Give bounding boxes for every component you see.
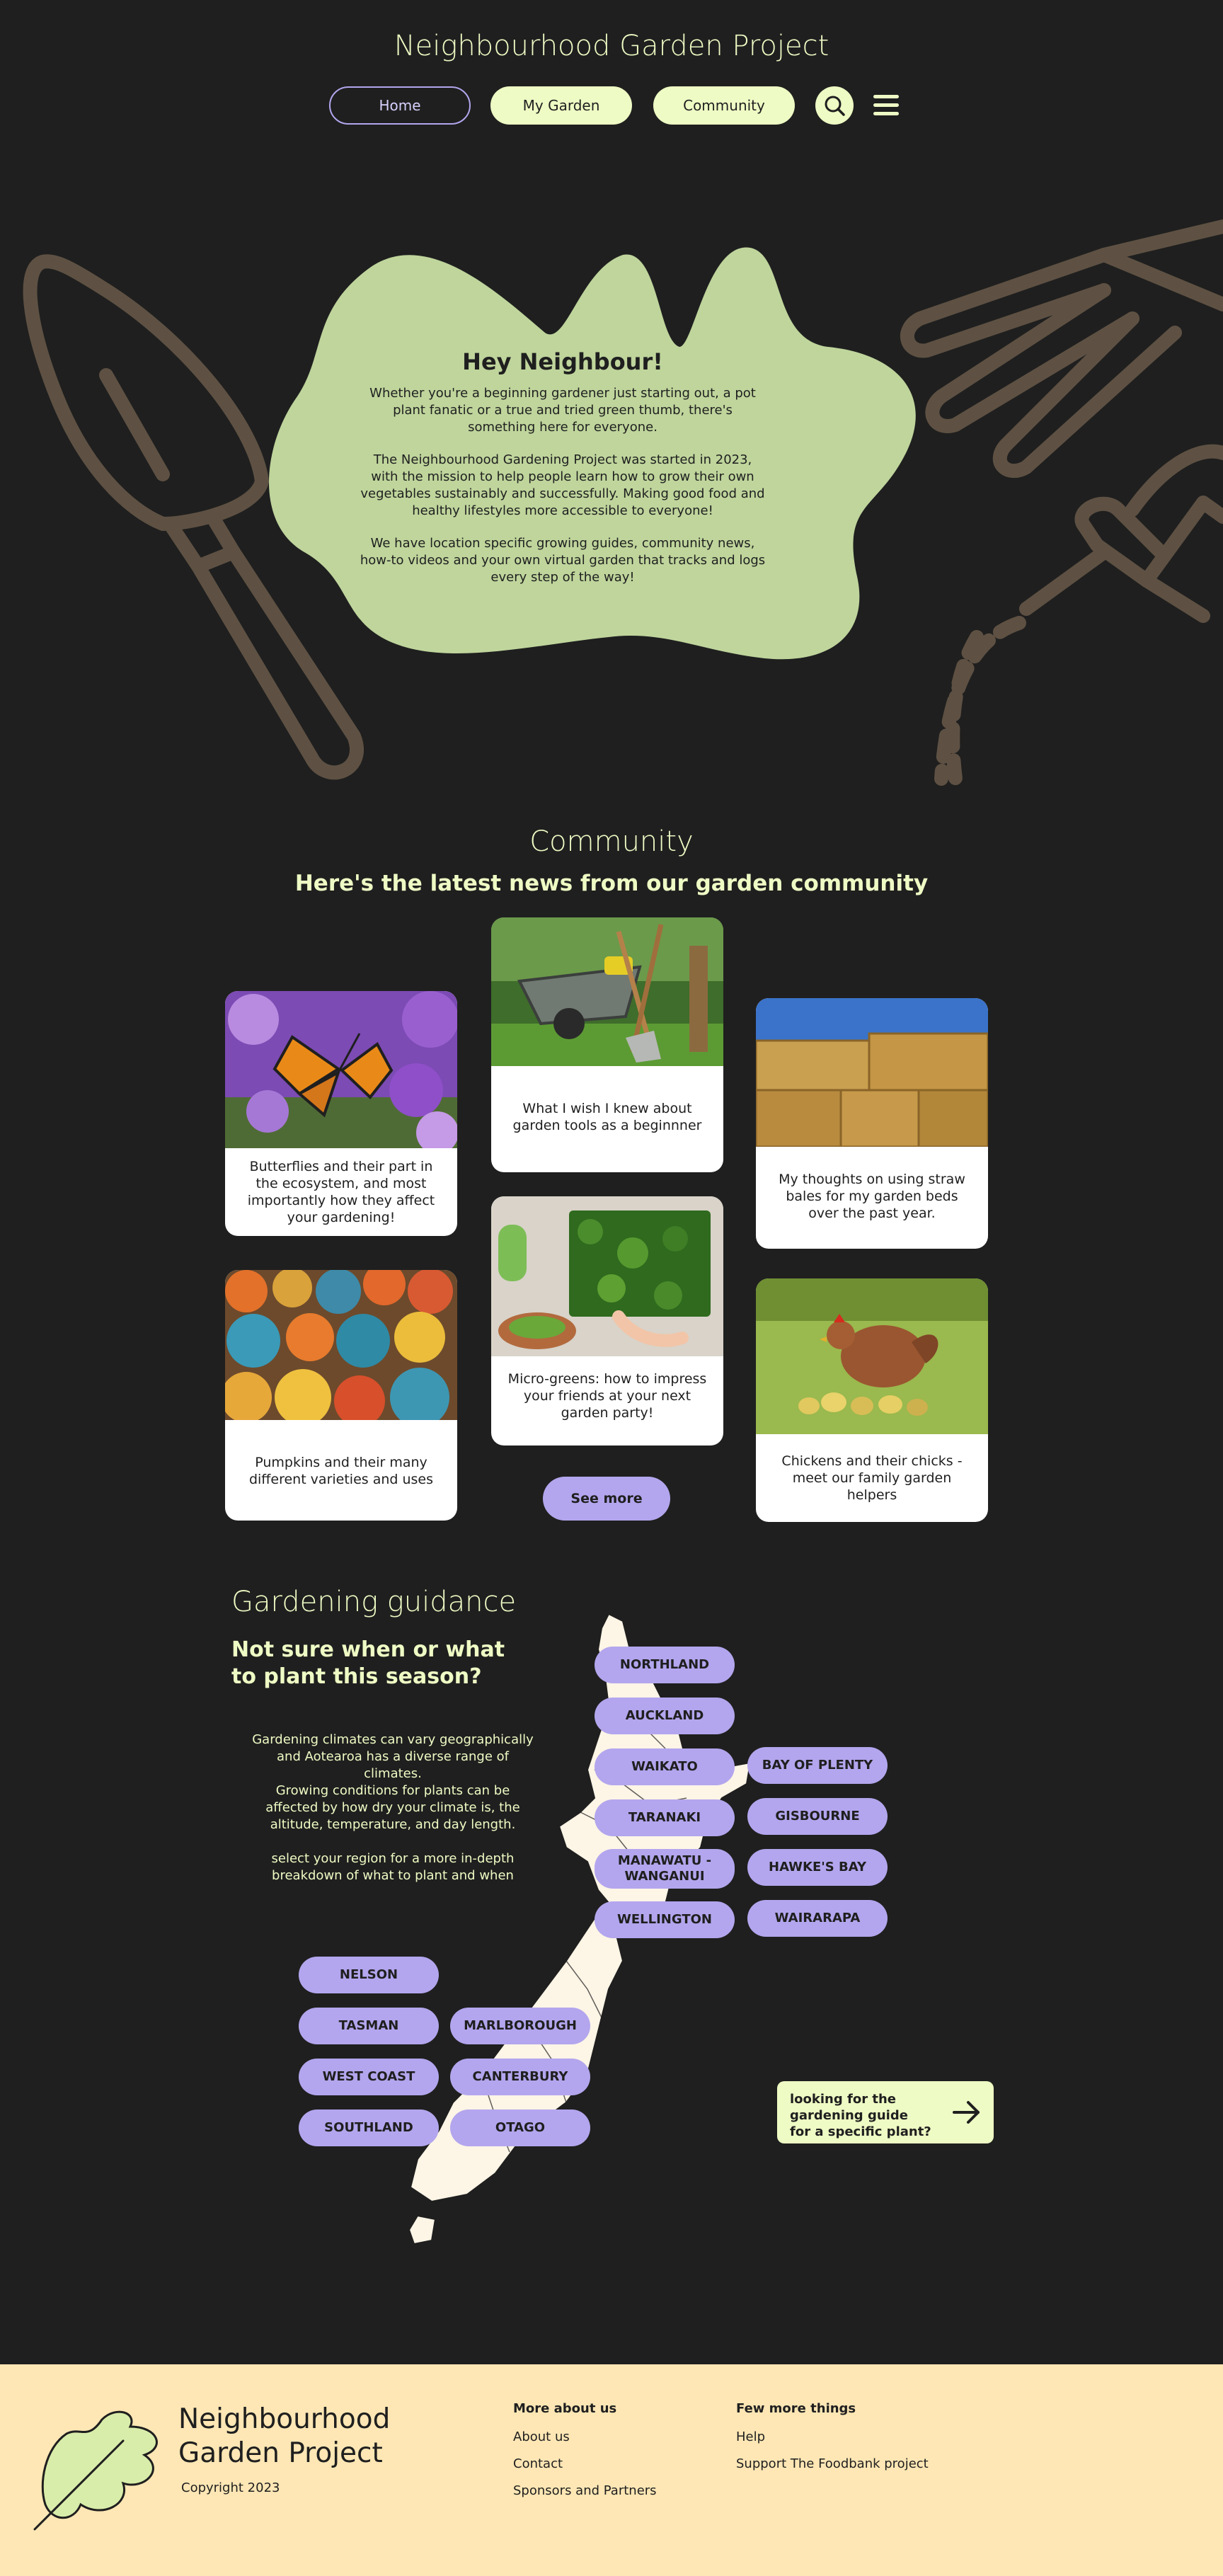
community-title: Community — [529, 825, 694, 858]
nav-home-button[interactable]: Home — [329, 86, 471, 125]
footer-brand-line-1: Neighbourhood — [178, 2403, 391, 2435]
butterfly-photo — [225, 991, 457, 1148]
hero-paragraph-2: The Neighbourhood Gardening Project was … — [360, 452, 765, 518]
footer-col1-heading: More about us — [513, 2401, 617, 2416]
region-wellington-button[interactable]: WELLINGTON — [595, 1901, 735, 1938]
footer-link-foodbank[interactable]: Support The Foodbank project — [736, 2456, 929, 2471]
wheelbarrow-photo — [491, 917, 723, 1066]
region-tasman-button[interactable]: TASMAN — [299, 2008, 439, 2044]
see-more-button[interactable]: See more — [543, 1477, 670, 1521]
footer-link-help[interactable]: Help — [736, 2429, 765, 2444]
straw-bales-photo — [756, 998, 988, 1147]
hero-paragraph-3: We have location specific growing guides… — [360, 536, 766, 585]
search-button[interactable] — [815, 86, 854, 125]
arrow-right-icon — [953, 2101, 980, 2124]
news-card-text: Butterflies and their part in the ecosys… — [247, 1159, 435, 1225]
region-hawkes-bay-button[interactable]: HAWKE'S BAY — [747, 1849, 888, 1886]
nav-my-garden-button[interactable]: My Garden — [490, 86, 632, 125]
region-southland-button[interactable]: SOUTHLAND — [299, 2110, 439, 2146]
news-card-text: Pumpkins and their many different variet… — [248, 1455, 434, 1487]
watering-can-icon — [934, 444, 1223, 786]
region-auckland-button[interactable]: AUCKLAND — [595, 1698, 735, 1734]
leaf-logo-icon — [33, 2410, 158, 2531]
footer-brand[interactable]: Neighbourhood Garden Project — [178, 2403, 390, 2471]
site-title[interactable]: Neighbourhood Garden Project — [0, 30, 1223, 62]
chickens-photo — [756, 1278, 988, 1434]
region-manawatu-button[interactable]: MANAWATU - WANGANUI — [595, 1849, 735, 1889]
garden-fork-icon — [900, 219, 1223, 479]
footer-link-about-us[interactable]: About us — [513, 2429, 570, 2444]
footer-link-sponsors[interactable]: Sponsors and Partners — [513, 2483, 657, 2498]
news-card-text: What I wish I knew about garden tools as… — [512, 1101, 702, 1133]
pumpkins-photo — [225, 1270, 457, 1420]
news-card-text: Chickens and their chicks - meet our fam… — [781, 1453, 963, 1503]
region-bay-of-plenty-button[interactable]: BAY OF PLENTY — [747, 1747, 888, 1784]
news-card-butterfly[interactable]: Butterflies and their part in the ecosys… — [225, 991, 457, 1236]
region-gisbourne-button[interactable]: GISBOURNE — [747, 1798, 888, 1835]
region-wairarapa-button[interactable]: WAIRARAPA — [747, 1900, 888, 1937]
region-waikato-button[interactable]: WAIKATO — [595, 1748, 735, 1785]
search-icon — [825, 96, 845, 116]
copyright: Copyright 2023 — [181, 2480, 280, 2495]
news-card-chickens[interactable]: Chickens and their chicks - meet our fam… — [756, 1278, 988, 1522]
footer-brand-line-2: Garden Project — [178, 2437, 383, 2469]
news-card-straw-bales[interactable]: My thoughts on using straw bales for my … — [756, 998, 988, 1249]
region-taranaki-button[interactable]: TARANAKI — [595, 1799, 735, 1836]
region-otago-button[interactable]: OTAGO — [450, 2110, 590, 2146]
footer-col2-heading: Few more things — [736, 2401, 856, 2416]
community-subtitle: Here's the latest news from our garden c… — [294, 871, 929, 896]
hero-heading: Hey Neighbour! — [462, 348, 663, 375]
plant-guide-cta[interactable]: looking for the gardening guide for a sp… — [777, 2081, 994, 2143]
news-card-microgreens[interactable]: Micro-greens: how to impress your friend… — [491, 1196, 723, 1446]
plant-guide-cta-text: looking for the gardening guide for a sp… — [790, 2092, 931, 2139]
news-card-text: My thoughts on using straw bales for my … — [779, 1172, 965, 1221]
region-northland-button[interactable]: NORTHLAND — [595, 1647, 735, 1683]
footer: Neighbourhood Garden Project Copyright 2… — [0, 2364, 1223, 2576]
news-card-garden-tools[interactable]: What I wish I knew about garden tools as… — [491, 917, 723, 1172]
region-nelson-button[interactable]: NELSON — [299, 1957, 439, 1993]
region-west-coast-button[interactable]: WEST COAST — [299, 2059, 439, 2095]
hero-paragraph-1: Whether you're a beginning gardener just… — [369, 386, 756, 435]
footer-link-contact[interactable]: Contact — [513, 2456, 563, 2471]
nav-community-button[interactable]: Community — [653, 86, 795, 125]
region-marlborough-button[interactable]: MARLBOROUGH — [450, 2008, 590, 2044]
news-card-pumpkins[interactable]: Pumpkins and their many different variet… — [225, 1270, 457, 1521]
microgreens-photo — [491, 1196, 723, 1356]
news-card-text: Micro-greens: how to impress your friend… — [507, 1371, 707, 1421]
hamburger-menu-icon[interactable] — [873, 93, 899, 118]
hero-content: Hey Neighbour! Whether you're a beginnin… — [360, 348, 766, 602]
region-canterbury-button[interactable]: CANTERBURY — [450, 2059, 590, 2095]
